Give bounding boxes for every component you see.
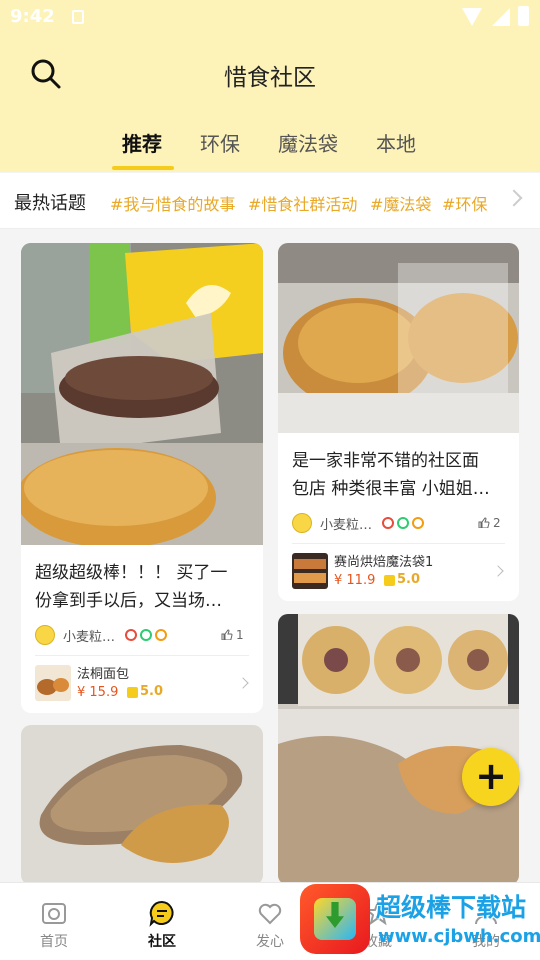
watermark-title: 超级棒下载站: [376, 893, 527, 922]
product-price: ¥ 11.9: [334, 573, 376, 588]
badge-icon: [397, 517, 409, 529]
star-icon: [127, 687, 138, 698]
divider: [35, 655, 249, 656]
topic-tag[interactable]: #环保: [442, 191, 487, 215]
thumbs-up-icon[interactable]: [478, 517, 490, 528]
chevron-right-icon[interactable]: [505, 189, 523, 207]
community-icon: [149, 900, 174, 927]
chevron-right-icon[interactable]: [237, 677, 249, 689]
battery-icon: [518, 6, 529, 26]
nav-home[interactable]: 首页: [14, 883, 94, 960]
heart-icon: [258, 903, 282, 925]
post-photo: [278, 243, 519, 433]
nav-home-label: 首页: [40, 934, 68, 950]
watermark-logo: [300, 884, 370, 954]
post-title: 超级超级棒！！！ 买了一 份拿到手以后，又当场…: [35, 563, 228, 611]
sim-icon: [72, 10, 84, 24]
product-price: ¥ 15.9: [77, 685, 119, 700]
avatar: [292, 513, 312, 533]
post-card[interactable]: [21, 725, 263, 885]
signal-icon: [492, 8, 510, 26]
thumbs-up-icon[interactable]: [221, 629, 233, 640]
post-card[interactable]: 是一家非常不错的社区面 包店 种类很丰富 小姐姐… 小麦粒… 2 赛尚烘焙魔法袋…: [278, 243, 519, 601]
divider: [292, 543, 505, 544]
post-photo: [21, 725, 263, 885]
nav-community-label: 社区: [148, 934, 176, 950]
avatar: [35, 625, 55, 645]
wifi-icon: [462, 8, 482, 26]
add-post-button[interactable]: +: [462, 748, 520, 806]
topic-tag[interactable]: #惜食社群活动: [248, 191, 357, 215]
home-icon: [42, 903, 66, 924]
topic-tag[interactable]: #魔法袋: [370, 191, 431, 215]
hot-topics-bar: 最热话题 #我与惜食的故事 #惜食社群活动 #魔法袋 #环保: [0, 173, 540, 229]
header-area: 9:42 惜食社区 推荐 环保 魔法袋 本地: [0, 0, 540, 172]
topic-tag[interactable]: #我与惜食的故事: [110, 191, 235, 215]
like-count: 1: [236, 628, 244, 642]
tab-recommended[interactable]: 推荐: [122, 128, 162, 157]
author-name: 小麦粒…: [320, 518, 373, 533]
badge-icon: [125, 629, 137, 641]
plus-icon: +: [475, 754, 507, 798]
badge-icon: [412, 517, 424, 529]
product-name: 赛尚烘焙魔法袋1: [334, 555, 434, 570]
chevron-right-icon[interactable]: [492, 565, 504, 577]
status-time: 9:42: [10, 6, 55, 27]
badge-icon: [140, 629, 152, 641]
tab-local[interactable]: 本地: [376, 128, 416, 157]
post-card[interactable]: 超级超级棒！！！ 买了一 份拿到手以后，又当场… 小麦粒… 1 法桐面包 ¥ 1…: [21, 243, 263, 713]
nav-community[interactable]: 社区: [122, 883, 202, 960]
hot-topics-label: 最热话题: [14, 193, 86, 214]
product-rating: 5.0: [397, 572, 421, 587]
post-title: 是一家非常不错的社区面 包店 种类很丰富 小姐姐…: [292, 451, 490, 499]
post-photo: [21, 243, 263, 545]
product-name: 法桐面包: [77, 667, 130, 682]
product-thumbnail: [292, 553, 328, 589]
watermark-url: www.cjbwh.com: [378, 926, 540, 947]
tab-magic-bag[interactable]: 魔法袋: [278, 128, 338, 157]
star-icon: [384, 575, 395, 586]
product-rating: 5.0: [140, 684, 164, 699]
tab-active-indicator: [112, 166, 174, 170]
author-name: 小麦粒…: [63, 630, 116, 645]
badge-icon: [155, 629, 167, 641]
product-thumbnail: [35, 665, 71, 701]
watermark: 超级棒下载站 www.cjbwh.com: [296, 880, 540, 960]
badge-icon: [382, 517, 394, 529]
page-title: 惜食社区: [224, 65, 316, 91]
tab-eco[interactable]: 环保: [200, 128, 240, 157]
like-count: 2: [493, 516, 501, 530]
tab-bar: 推荐 环保 魔法袋 本地: [0, 128, 540, 172]
status-bar: 9:42: [0, 0, 540, 36]
